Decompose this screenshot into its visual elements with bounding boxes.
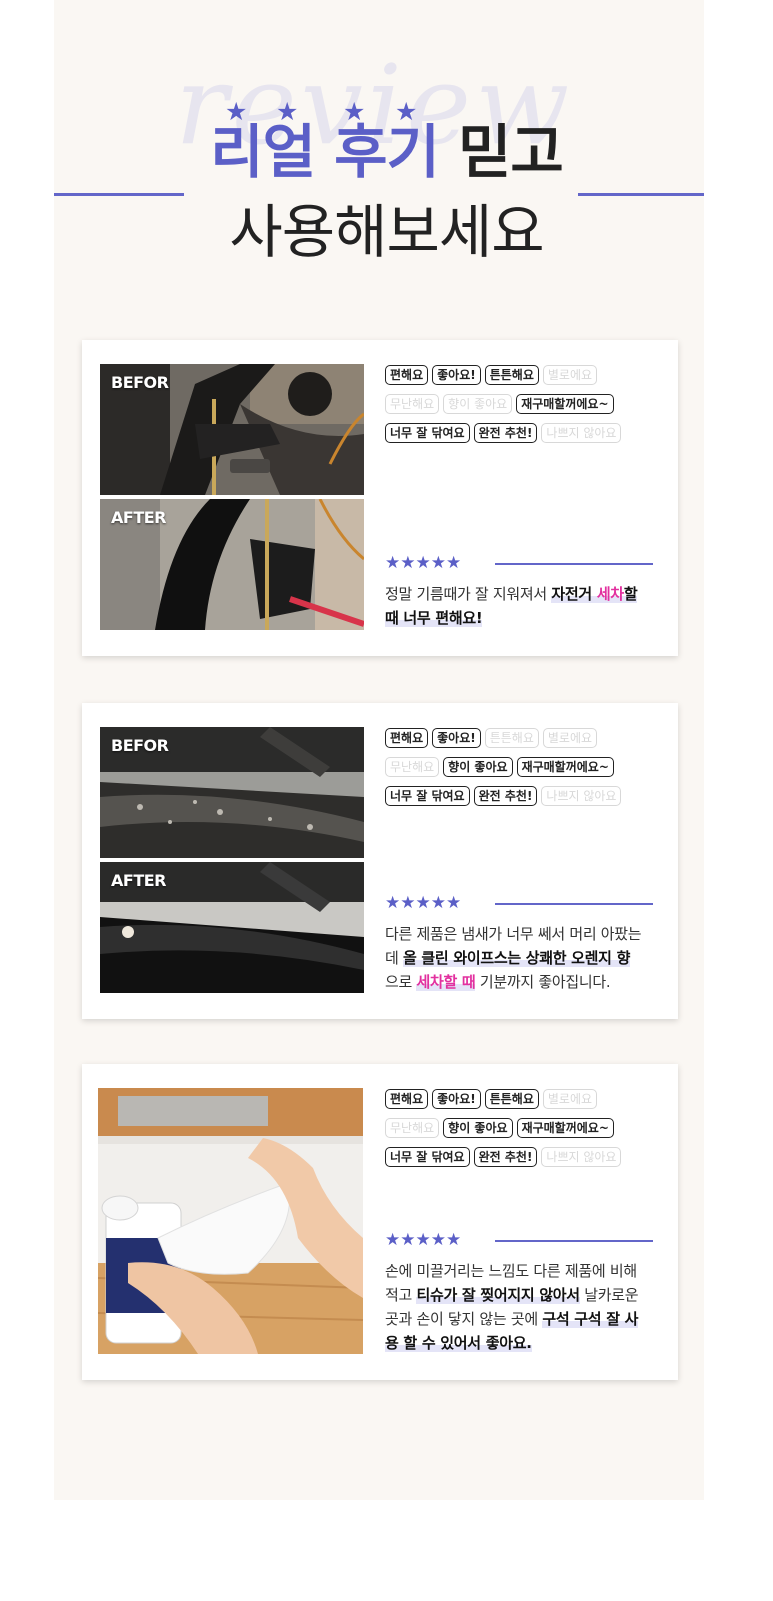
tag-decent: 무난해요	[385, 394, 440, 414]
tag-not-bad: 나쁘지 않아요	[541, 786, 622, 806]
tag-not-great: 별로에요	[542, 1089, 598, 1109]
title-highlight: 리얼 후기	[210, 118, 440, 186]
star-rating: ★★★★★	[385, 552, 655, 574]
tag-recommend: 완전 추천!	[473, 1147, 538, 1167]
before-label: BEFOR	[111, 736, 169, 755]
tag-not-great: 별로에요	[542, 728, 598, 748]
before-after-photo: BEFOR AFTER	[100, 727, 364, 993]
review-bold: 할	[623, 585, 638, 603]
tag-sturdy: 튼튼해요	[484, 728, 539, 748]
review-line: 다른 제품은 냄새가 너무 쎄서 머리 아팠는	[385, 925, 642, 943]
tag-wipes-well: 너무 잘 닦여요	[385, 1147, 470, 1167]
tag-comfortable: 편해요	[385, 728, 429, 748]
review-line: 날카로운	[579, 1286, 639, 1304]
after-photo: AFTER	[100, 862, 364, 993]
tag-decent: 무난해요	[385, 757, 440, 777]
review-bold: 티슈가 잘 찢어지지 않아서	[416, 1286, 580, 1304]
review-card: BEFOR AFTER 편해요 좋아요! 튼튼해요 별로에요 무난해요 향이 좋아요 재구…	[82, 703, 678, 1019]
after-label: AFTER	[111, 508, 166, 527]
tag-list: 편해요 좋아요! 튼튼해요 별로에요 무난해요 향이 좋아요 재구매할꺼에요~ 너무 잘 …	[385, 364, 660, 451]
tag-comfortable: 편해요	[385, 1089, 429, 1109]
tag-wipes-well: 너무 잘 닦여요	[385, 423, 470, 443]
tag-list: 편해요 좋아요! 튼튼해요 별로에요 무난해요 향이 좋아요 재구매할꺼에요~ 너무 잘 …	[385, 727, 660, 814]
before-label: BEFOR	[111, 373, 169, 392]
review-line: 곳과 손이 닿지 않는 곳에	[385, 1310, 543, 1328]
tag-decent: 무난해요	[385, 1118, 440, 1138]
review-line: 정말 기름때가 잘 지워져서	[385, 585, 552, 603]
star-rating: ★★★★★	[385, 892, 655, 914]
review-bold: 구석 구석 잘 사	[542, 1310, 639, 1328]
tag-nice-scent: 향이 좋아요	[443, 1118, 513, 1138]
review-line: 데	[385, 949, 403, 967]
page-subtitle: 사용해보세요	[229, 198, 544, 266]
after-photo: AFTER	[100, 499, 364, 630]
review-bold: 올 클린 와이프스는 상쾌한 오렌지 향	[402, 949, 631, 967]
tag-will-rebuy: 재구매할꺼에요~	[516, 394, 614, 414]
tag-wipes-well: 너무 잘 닦여요	[385, 786, 470, 806]
tag-sturdy: 튼튼해요	[484, 1089, 539, 1109]
tag-not-great: 별로에요	[542, 365, 598, 385]
before-photo: BEFOR	[100, 727, 364, 858]
review-line: 으로	[385, 973, 417, 991]
tag-will-rebuy: 재구매할꺼에요~	[516, 1118, 614, 1138]
tag-nice-scent: 향이 좋아요	[443, 757, 513, 777]
tag-not-bad: 나쁘지 않아요	[541, 423, 622, 443]
review-bold: 용 할 수 있어서 좋아요.	[385, 1334, 532, 1352]
page-title: 리얼 후기 믿고	[0, 112, 773, 192]
after-label: AFTER	[111, 871, 166, 890]
review-text: 정말 기름때가 잘 지워져서 자전거 세차할 때 너무 편해요!	[385, 582, 665, 630]
review-card: 편해요 좋아요! 튼튼해요 별로에요 무난해요 향이 좋아요 재구매할꺼에요~ 너무 잘 …	[82, 1064, 678, 1380]
review-pink: 세차할 때	[416, 973, 476, 991]
title-rest: 믿고	[458, 118, 564, 186]
tag-list: 편해요 좋아요! 튼튼해요 별로에요 무난해요 향이 좋아요 재구매할꺼에요~ 너무 잘 …	[385, 1088, 660, 1175]
tag-recommend: 완전 추천!	[473, 786, 538, 806]
review-pink: 세차	[596, 585, 624, 603]
rating-stars-icon: ★★★★★	[385, 1230, 462, 1250]
tag-good: 좋아요!	[432, 728, 481, 748]
rating-stars-icon: ★★★★★	[385, 553, 462, 573]
tag-recommend: 완전 추천!	[473, 423, 538, 443]
before-after-photo: BEFOR AFTER	[100, 364, 364, 630]
rating-stars-icon: ★★★★★	[385, 893, 462, 913]
rating-divider	[495, 1240, 653, 1242]
review-bold: 때 너무 편해요!	[385, 609, 483, 627]
review-line: 기분까지 좋아집니다.	[475, 973, 611, 991]
tag-will-rebuy: 재구매할꺼에요~	[516, 757, 614, 777]
tag-good: 좋아요!	[432, 1089, 481, 1109]
product-photo	[98, 1088, 363, 1354]
before-photo: BEFOR	[100, 364, 364, 495]
review-bold: 자전거	[551, 585, 597, 603]
review-card: BEFOR AFTER 편해요 좋아요! 튼튼해요 별로에요 무난해요 향이 좋아요 재구…	[82, 340, 678, 656]
rating-divider	[495, 903, 653, 905]
tag-sturdy: 튼튼해요	[484, 365, 539, 385]
star-rating: ★★★★★	[385, 1229, 655, 1251]
review-text: 다른 제품은 냄새가 너무 쎄서 머리 아팠는 데 올 클린 와이프스는 상쾌한…	[385, 922, 665, 994]
tag-good: 좋아요!	[432, 365, 481, 385]
tag-nice-scent: 향이 좋아요	[443, 394, 513, 414]
review-text: 손에 미끌거리는 느낌도 다른 제품에 비해 적고 티슈가 잘 찢어지지 않아서…	[385, 1259, 665, 1355]
review-line: 손에 미끌거리는 느낌도 다른 제품에 비해	[385, 1262, 637, 1280]
rating-divider	[495, 563, 653, 565]
tag-comfortable: 편해요	[385, 365, 429, 385]
tag-not-bad: 나쁘지 않아요	[541, 1147, 622, 1167]
review-line: 적고	[385, 1286, 417, 1304]
